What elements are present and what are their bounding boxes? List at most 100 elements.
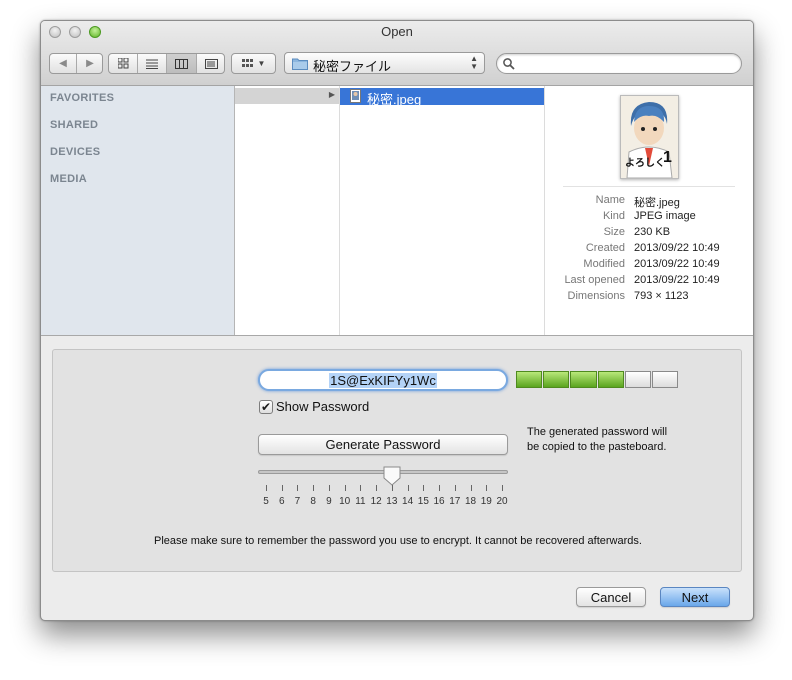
info-key: Last opened	[564, 274, 625, 286]
view-mode-control	[108, 53, 225, 74]
toolbar: Open ◀ ▶ ▼ 秘密ファイル ▲ ▼	[41, 21, 753, 86]
slider-tick	[328, 485, 330, 491]
password-notice: Please make sure to remember the passwor…	[154, 535, 642, 547]
info-value: 793 × 1123	[634, 290, 689, 302]
slider-tick	[376, 485, 378, 491]
cover-flow-button[interactable]	[197, 54, 225, 73]
thumbnail-image: よろしく 1	[620, 95, 679, 179]
slider-tick	[502, 485, 503, 491]
cover-flow-icon	[204, 58, 218, 69]
arrange-popup-button[interactable]: ▼	[231, 53, 276, 74]
sidebar: FAVORITES SHARED DEVICES MEDIA	[41, 86, 235, 335]
slider-tick	[486, 485, 488, 491]
thumbnail-number: 1	[663, 149, 672, 166]
slider-tick	[407, 485, 409, 491]
disclosure-arrow-icon: ▶	[328, 90, 335, 99]
strength-segment	[624, 371, 651, 388]
sidebar-section-devices[interactable]: DEVICES	[50, 146, 100, 158]
sidebar-section-media[interactable]: MEDIA	[50, 173, 87, 185]
info-row-name: Name 秘密.jpeg	[545, 194, 753, 210]
location-popup[interactable]: 秘密ファイル ▲ ▼	[284, 52, 485, 74]
password-field[interactable]: 1S@ExKIFYy1Wc	[258, 369, 508, 391]
slider-tick	[391, 485, 393, 491]
slider-tick	[423, 485, 425, 491]
password-panel: 1S@ExKIFYy1Wc ✔ Show Password Generate P…	[52, 349, 742, 572]
jpeg-file-icon	[350, 89, 361, 103]
forward-button[interactable]: ▶	[77, 54, 103, 73]
info-value: 2013/09/22 10:49	[634, 242, 720, 254]
icon-view-icon	[117, 58, 128, 69]
search-field[interactable]	[496, 53, 742, 74]
info-value: JPEG image	[634, 210, 696, 222]
location-label: 秘密ファイル	[313, 59, 392, 74]
cancel-button[interactable]: Cancel	[576, 587, 646, 607]
info-key: Created	[585, 242, 625, 254]
info-key: Name	[595, 194, 625, 206]
info-row-last-opened: Last opened 2013/09/22 10:49	[545, 274, 753, 290]
strength-segment	[543, 371, 570, 388]
search-icon	[503, 58, 515, 70]
strength-segment	[570, 371, 597, 388]
slider-tick	[297, 485, 299, 491]
info-key: Kind	[602, 210, 625, 222]
info-key: Modified	[583, 258, 625, 270]
column-view-icon	[175, 58, 188, 69]
info-key: Dimensions	[567, 290, 625, 302]
slider-tick	[439, 485, 441, 491]
back-arrow-icon: ◀	[59, 58, 67, 69]
browser-column-2[interactable]: 秘密.jpeg	[340, 86, 545, 335]
open-dialog: Open ◀ ▶ ▼ 秘密ファイル ▲ ▼ FAVORITES SHARED D…	[40, 20, 754, 621]
list-view-button[interactable]	[138, 54, 166, 73]
info-row-created: Created 2013/09/22 10:49	[545, 242, 753, 258]
show-password-label[interactable]: Show Password	[276, 399, 369, 414]
info-value: 230 KB	[634, 226, 671, 238]
strength-segment	[516, 371, 543, 388]
password-value: 1S@ExKIFYy1Wc	[329, 372, 437, 388]
folder-row-selected[interactable]: ▶	[235, 88, 339, 104]
window-title: Open	[381, 24, 413, 39]
info-row-kind: Kind JPEG image	[545, 210, 753, 226]
slider-tick	[266, 485, 267, 491]
sidebar-section-favorites[interactable]: FAVORITES	[50, 92, 114, 104]
split-divider[interactable]	[41, 335, 753, 336]
sidebar-section-shared[interactable]: SHARED	[50, 119, 98, 131]
slider-tick	[454, 485, 456, 491]
search-input[interactable]	[519, 55, 738, 73]
forward-arrow-icon: ▶	[86, 58, 94, 69]
arrange-icon	[241, 58, 253, 67]
info-value: 2013/09/22 10:49	[634, 258, 720, 270]
strength-segment	[597, 371, 624, 388]
generated-password-hint: The generated password will be copied to…	[527, 426, 668, 453]
info-row-dimensions: Dimensions 793 × 1123	[545, 290, 753, 306]
generate-password-button[interactable]: Generate Password	[258, 434, 508, 455]
length-slider-knob[interactable]	[383, 466, 401, 486]
folder-icon	[292, 58, 308, 70]
browser-column-1[interactable]: ▶	[235, 86, 340, 335]
show-password-checkbox[interactable]: ✔	[259, 400, 273, 414]
preview-pane: よろしく 1 Name 秘密.jpeg Kind JPEG image Size…	[545, 86, 753, 335]
file-row-selected[interactable]: 秘密.jpeg	[340, 88, 544, 107]
icon-view-button[interactable]	[109, 54, 137, 73]
info-row-modified: Modified 2013/09/22 10:49	[545, 258, 753, 274]
strength-segment	[651, 371, 679, 388]
back-button[interactable]: ◀	[50, 54, 76, 73]
next-button[interactable]: Next	[660, 587, 730, 607]
info-key: Size	[603, 226, 625, 238]
slider-tick	[360, 485, 362, 491]
column-view-button[interactable]	[167, 54, 196, 73]
info-row-size: Size 230 KB	[545, 226, 753, 242]
slider-tick	[281, 485, 283, 491]
slider-tick	[470, 485, 472, 491]
file-row-label: 秘密.jpeg	[367, 92, 422, 107]
info-value: 秘密.jpeg	[634, 197, 680, 209]
slider-tick	[313, 485, 315, 491]
info-value: 2013/09/22 10:49	[634, 274, 720, 286]
up-down-arrows-icon: ▲ ▼	[470, 54, 478, 71]
thumbnail-title: よろしく	[625, 158, 665, 169]
preview-divider	[563, 186, 735, 187]
back-forward-control: ◀ ▶	[49, 53, 103, 74]
password-strength-meter	[516, 371, 679, 388]
checkmark-icon: ✔	[260, 400, 272, 414]
chevron-down-icon: ▼	[257, 59, 266, 68]
slider-tick	[344, 485, 346, 491]
